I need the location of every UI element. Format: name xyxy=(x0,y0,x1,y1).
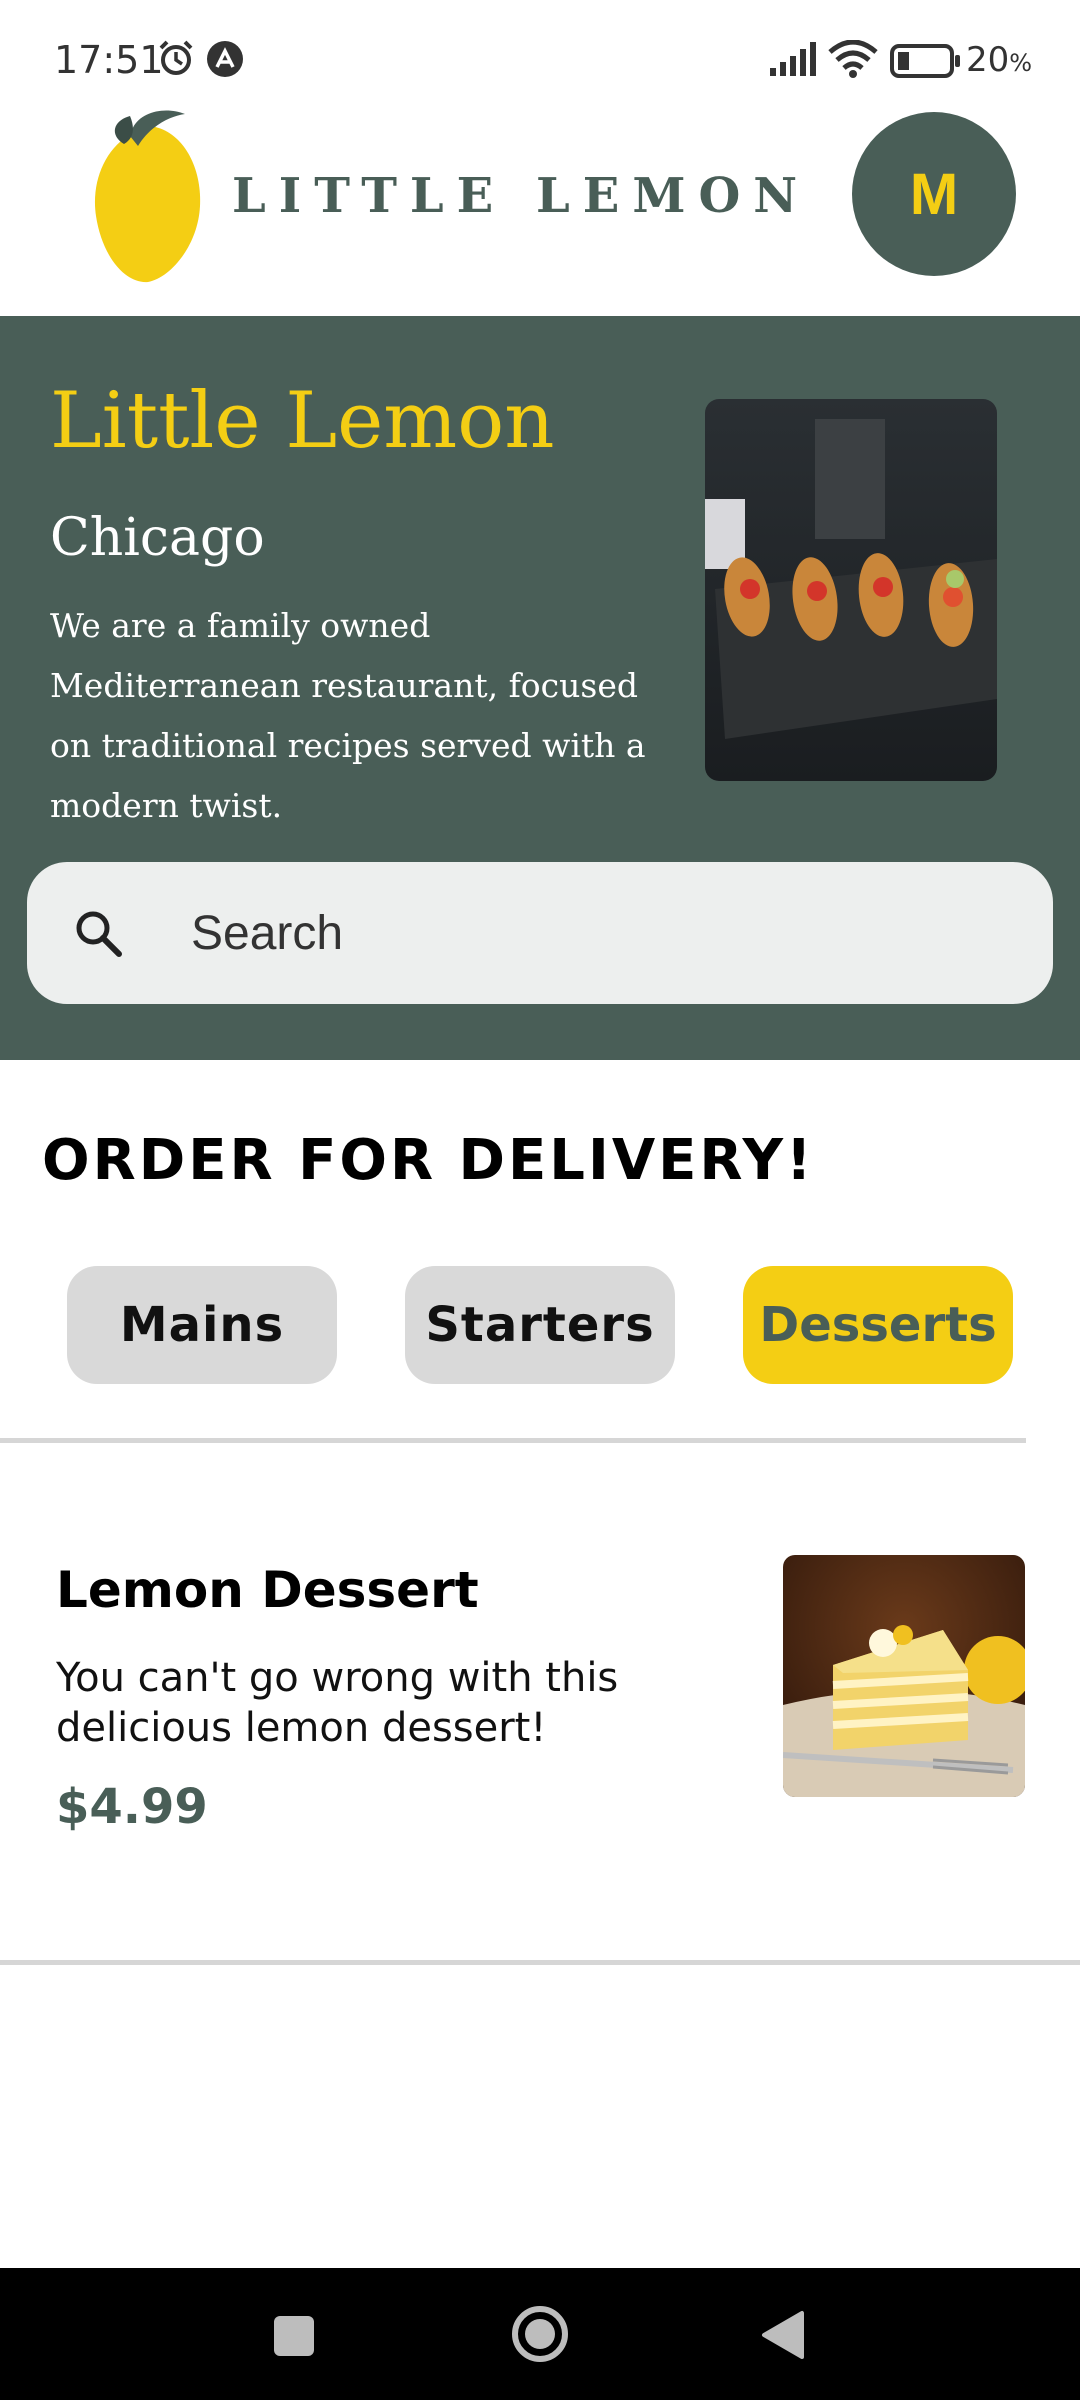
status-bar: 17:51 20% xyxy=(0,0,1080,100)
profile-avatar[interactable]: M xyxy=(852,112,1016,276)
app-header: LITTLE LEMON M xyxy=(0,100,1080,316)
wifi-icon xyxy=(828,39,878,83)
recent-apps-icon[interactable] xyxy=(272,2314,316,2363)
delivery-section-title: ORDER FOR DELIVERY! xyxy=(42,1128,815,1193)
search-input[interactable] xyxy=(191,862,1011,1004)
menu-item-price: $4.99 xyxy=(56,1779,208,1835)
divider xyxy=(0,1960,1080,1965)
signal-icon xyxy=(768,42,818,81)
hero-banner: Little Lemon Chicago We are a family own… xyxy=(0,316,1080,1060)
search-bar[interactable] xyxy=(27,862,1053,1004)
search-icon xyxy=(71,906,127,962)
app-notification-icon xyxy=(206,40,244,83)
logo-text: LITTLE LEMON xyxy=(232,168,811,224)
hero-food-image xyxy=(705,399,997,781)
system-navigation-bar xyxy=(0,2268,1080,2400)
menu-item[interactable]: Lemon Dessert You can't go wrong with th… xyxy=(0,1443,1080,1963)
menu-item-description: You can't go wrong with this delicious l… xyxy=(56,1655,619,1751)
hero-city: Chicago xyxy=(50,508,265,568)
category-chip-desserts[interactable]: Desserts xyxy=(743,1266,1013,1384)
category-chip-mains[interactable]: Mains xyxy=(67,1266,337,1384)
battery-percent: 20% xyxy=(966,40,1033,80)
hero-description: We are a family owned Mediterranean rest… xyxy=(50,606,646,825)
hero-title: Little Lemon xyxy=(50,376,555,466)
alarm-icon xyxy=(156,38,196,83)
back-icon[interactable] xyxy=(760,2310,806,2365)
menu-item-image xyxy=(783,1555,1025,1797)
battery-icon xyxy=(890,44,962,83)
lemon-logo-icon xyxy=(90,106,210,291)
status-time: 17:51 xyxy=(54,38,164,82)
menu-item-title: Lemon Dessert xyxy=(56,1561,479,1619)
category-chip-starters[interactable]: Starters xyxy=(405,1266,675,1384)
home-icon[interactable] xyxy=(510,2304,570,2369)
